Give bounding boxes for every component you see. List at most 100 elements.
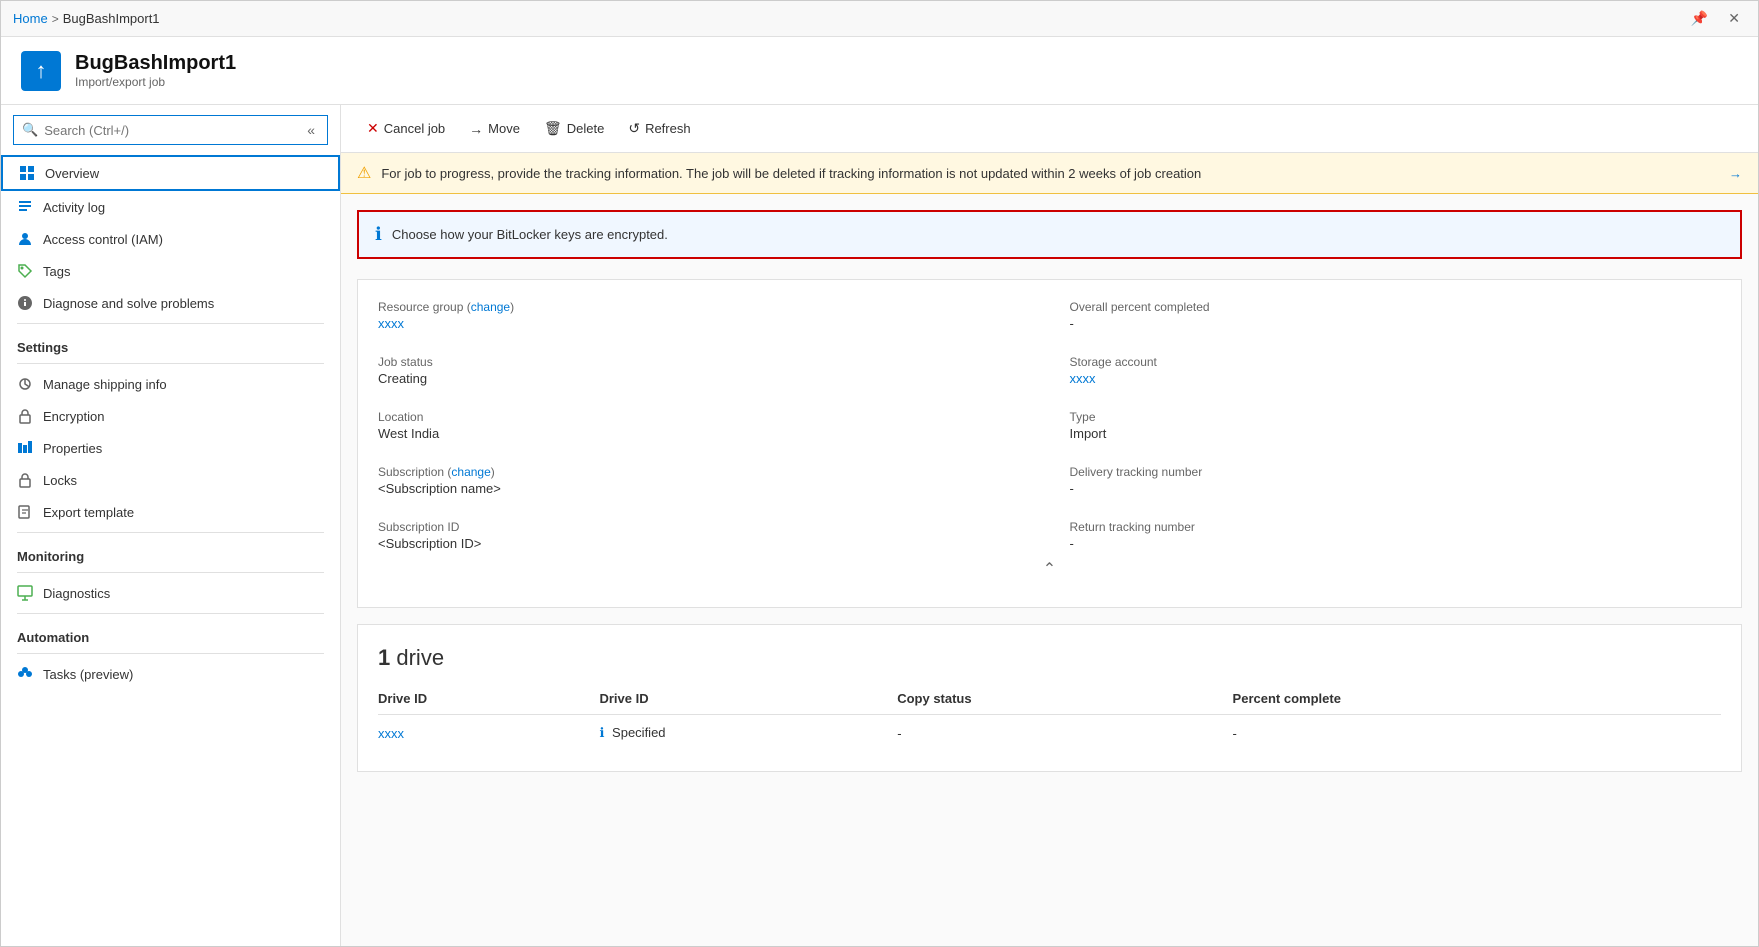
resource-group-label: Resource group (change) <box>378 300 1030 314</box>
info-box: ℹ Choose how your BitLocker keys are enc… <box>357 210 1742 259</box>
window: Home > BugBashImport1 📌 ✕ ↑ BugBashImpor… <box>0 0 1759 947</box>
sidebar-item-tags-label: Tags <box>43 264 70 279</box>
refresh-button[interactable]: ↺ Refresh <box>618 114 700 143</box>
overall-percent-item: Overall percent completed - <box>1070 300 1722 331</box>
activity-log-icon <box>17 199 33 215</box>
sidebar-item-tasks-preview-label: Tasks (preview) <box>43 667 133 682</box>
refresh-icon: ↺ <box>628 120 640 137</box>
page-content: ℹ Choose how your BitLocker keys are enc… <box>341 194 1758 946</box>
manage-shipping-icon <box>17 376 33 392</box>
resource-header: ↑ BugBashImport1 Import/export job <box>1 37 1758 105</box>
col-percent-complete: Percent complete <box>1233 683 1721 715</box>
warning-arrow[interactable]: → <box>1729 166 1742 181</box>
content-area: ✕ Cancel job → Move 🗑 Delete ↺ Refresh <box>341 105 1758 946</box>
home-link[interactable]: Home <box>13 11 48 26</box>
sidebar-item-diagnose-label: Diagnose and solve problems <box>43 296 214 311</box>
sidebar-item-diagnose[interactable]: Diagnose and solve problems <box>1 287 340 319</box>
info-box-icon: ℹ <box>375 224 382 245</box>
collapse-sidebar-button[interactable]: « <box>303 120 319 140</box>
automation-section-label: Automation <box>1 618 340 649</box>
delete-button[interactable]: 🗑 Delete <box>534 114 614 143</box>
cancel-job-button[interactable]: ✕ Cancel job <box>357 114 455 143</box>
sidebar-item-access-control[interactable]: Access control (IAM) <box>1 223 340 255</box>
sidebar-item-encryption-label: Encryption <box>43 409 104 424</box>
settings-section-label: Settings <box>1 328 340 359</box>
sidebar-item-overview[interactable]: Overview <box>1 155 340 191</box>
delete-label: Delete <box>567 121 605 136</box>
move-button[interactable]: → Move <box>459 115 530 143</box>
col-drive-id-1: Drive ID <box>378 683 599 715</box>
sidebar-item-manage-shipping[interactable]: Manage shipping info <box>1 368 340 400</box>
delete-icon: 🗑 <box>544 120 562 137</box>
location-item: Location West India <box>378 410 1030 441</box>
drive-table-header-row: Drive ID Drive ID Copy status Percent co… <box>378 683 1721 715</box>
copy-status-text: Specified <box>612 725 665 740</box>
diagnostics-icon <box>17 585 33 601</box>
subscription-change-link[interactable]: change <box>451 465 490 479</box>
collapse-details-button[interactable]: ⌃ <box>378 551 1721 587</box>
move-icon: → <box>469 121 483 137</box>
search-input[interactable] <box>44 123 297 138</box>
overview-icon <box>19 165 35 181</box>
storage-account-value[interactable]: xxxx <box>1070 371 1722 386</box>
job-status-label: Job status <box>378 355 1030 369</box>
job-status-item: Job status Creating <box>378 355 1030 386</box>
return-tracking-label: Return tracking number <box>1070 520 1722 534</box>
settings-divider2 <box>17 363 324 364</box>
subscription-id-value: <Subscription ID> <box>378 536 1030 551</box>
drive-table: Drive ID Drive ID Copy status Percent co… <box>378 683 1721 751</box>
sidebar-item-locks-label: Locks <box>43 473 77 488</box>
delivery-tracking-value: - <box>1070 481 1722 496</box>
search-icon: 🔍 <box>22 122 38 138</box>
storage-account-label: Storage account <box>1070 355 1722 369</box>
sidebar-item-tags[interactable]: Tags <box>1 255 340 287</box>
delivery-tracking-item: Delivery tracking number - <box>1070 465 1722 496</box>
col-copy-status: Copy status <box>897 683 1232 715</box>
subscription-label: Subscription (change) <box>378 465 1030 479</box>
resource-title: BugBashImport1 <box>75 52 236 75</box>
resource-subtitle: Import/export job <box>75 75 236 89</box>
sidebar-item-activity-log-label: Activity log <box>43 200 105 215</box>
type-label: Type <box>1070 410 1722 424</box>
automation-divider2 <box>17 653 324 654</box>
location-label: Location <box>378 410 1030 424</box>
drive-table-header: Drive ID Drive ID Copy status Percent co… <box>378 683 1721 715</box>
sidebar-item-locks[interactable]: Locks <box>1 464 340 496</box>
diagnose-icon <box>17 295 33 311</box>
pin-button[interactable]: 📌 <box>1685 8 1714 29</box>
location-value: West India <box>378 426 1030 441</box>
sidebar-item-diagnostics[interactable]: Diagnostics <box>1 577 340 609</box>
drive-count: 1 drive <box>378 645 1721 671</box>
automation-divider <box>17 613 324 614</box>
resource-icon-char: ↑ <box>36 58 47 84</box>
close-button[interactable]: ✕ <box>1722 8 1746 29</box>
resource-group-change-link[interactable]: change <box>471 300 510 314</box>
sidebar-item-properties[interactable]: Properties <box>1 432 340 464</box>
return-tracking-item: Return tracking number - <box>1070 520 1722 551</box>
sidebar-item-tasks-preview[interactable]: Tasks (preview) <box>1 658 340 690</box>
cancel-job-label: Cancel job <box>384 121 445 136</box>
move-label: Move <box>488 121 520 136</box>
settings-divider <box>17 323 324 324</box>
sidebar-item-export-template[interactable]: Export template <box>1 496 340 528</box>
copy-status-icon: ℹ <box>599 725 604 740</box>
drive-section: 1 drive Drive ID Drive ID Copy status Pe… <box>357 624 1742 772</box>
overall-percent-label: Overall percent completed <box>1070 300 1722 314</box>
breadcrumb-current: BugBashImport1 <box>63 11 160 26</box>
table-row: xxxx ℹ Specified - - <box>378 715 1721 752</box>
resource-group-value[interactable]: xxxx <box>378 316 1030 331</box>
search-box[interactable]: 🔍 « <box>13 115 328 145</box>
sidebar: 🔍 « Overview Activity log <box>1 105 341 946</box>
sidebar-item-encryption[interactable]: Encryption <box>1 400 340 432</box>
sidebar-item-activity-log[interactable]: Activity log <box>1 191 340 223</box>
tags-icon <box>17 263 33 279</box>
drive-id-link[interactable]: xxxx <box>378 726 404 741</box>
return-tracking-value: - <box>1070 536 1722 551</box>
cancel-job-icon: ✕ <box>367 120 379 137</box>
storage-account-item: Storage account xxxx <box>1070 355 1722 386</box>
refresh-label: Refresh <box>645 121 691 136</box>
main-layout: 🔍 « Overview Activity log <box>1 105 1758 946</box>
drive-id2-cell: ℹ Specified <box>599 715 897 752</box>
breadcrumb-separator: > <box>52 12 59 26</box>
delivery-tracking-label: Delivery tracking number <box>1070 465 1722 479</box>
